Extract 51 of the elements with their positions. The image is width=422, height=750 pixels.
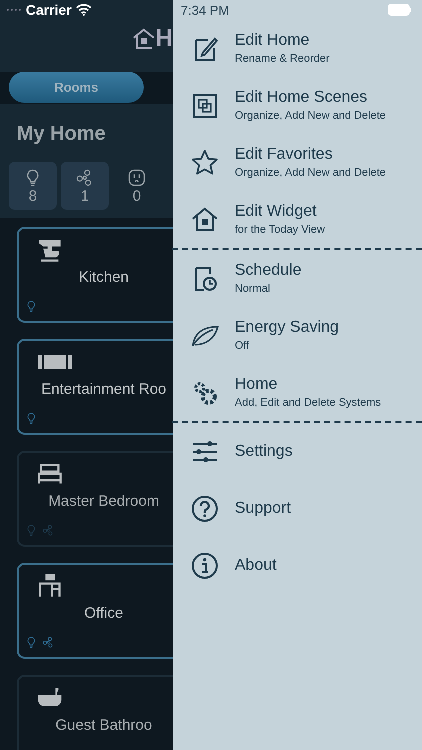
menu-item[interactable]: Edit Home Scenes Organize, Add New and Delete [173,77,422,134]
home-title: My Home [17,123,107,146]
room-name: Guest Bathroo [54,717,154,734]
battery-icon [388,4,412,16]
menu-item[interactable]: Home Add, Edit and Delete Systems [173,364,422,421]
menu-item-title: Edit Home Scenes [235,89,369,107]
device-count-tile[interactable]: 8 [9,162,57,210]
menu-item-title: Home [235,376,279,394]
device-count: 8 [28,188,38,204]
room-name: Kitchen [78,269,130,286]
menu-item[interactable]: Edit Home Rename & Reorder [173,20,422,77]
star-icon [190,148,220,178]
menu-item[interactable]: Schedule Normal [173,250,422,307]
house-logo-icon [132,27,156,51]
signal-dots-icon [6,8,22,12]
wifi-icon [76,4,92,16]
question-mark-circle-icon [190,494,220,524]
menu-item-subtitle: Off [235,340,250,352]
device-count: 1 [80,188,90,204]
room-name: Entertainment Roo [40,381,168,398]
device-count-tile[interactable]: 1 [61,162,109,210]
menu-item-subtitle: for the Today View [235,224,326,236]
app-title: H [156,25,173,53]
menu-item-title: Energy Saving [235,319,340,337]
clock-time: 7:34 PM [181,2,230,18]
menu-item[interactable]: About [173,537,422,594]
desk-with-monitor-icon [37,573,63,599]
menu-item-title: About [235,556,277,574]
menu-item-subtitle: Organize, Add New and Delete [235,110,386,122]
menu-item-subtitle: Normal [235,283,272,295]
menu-item-title: Schedule [235,262,302,280]
menu-item[interactable]: Settings [173,423,422,480]
menu-item-title: Edit Favorites [235,146,334,164]
device-count: 0 [132,188,142,204]
menu-item[interactable]: Edit Widget for the Today View [173,191,422,248]
outlet-icon [127,168,147,188]
menu-item-title: Support [235,500,292,518]
menu-item[interactable]: Support [173,480,422,537]
room-name: Master Bedroom [48,493,160,510]
menu-item-subtitle: Organize, Add New and Delete [235,167,386,179]
menu-item-title: Edit Widget [235,203,318,221]
menu-item[interactable]: Edit Favorites Organize, Add New and Delete [173,134,422,191]
menu-item[interactable]: Energy Saving Off [173,307,422,364]
menu-item-subtitle: Add, Edit and Delete Systems [235,397,382,409]
menu-item-subtitle: Rename & Reorder [235,53,330,65]
device-count-tile[interactable]: 0 [113,162,161,210]
menu-item-title: Settings [235,442,293,460]
carrier-name: Carrier [26,2,72,18]
menu-item-title: Edit Home [235,32,311,50]
room-name: Office [84,605,124,622]
info-circle-icon [190,550,220,580]
